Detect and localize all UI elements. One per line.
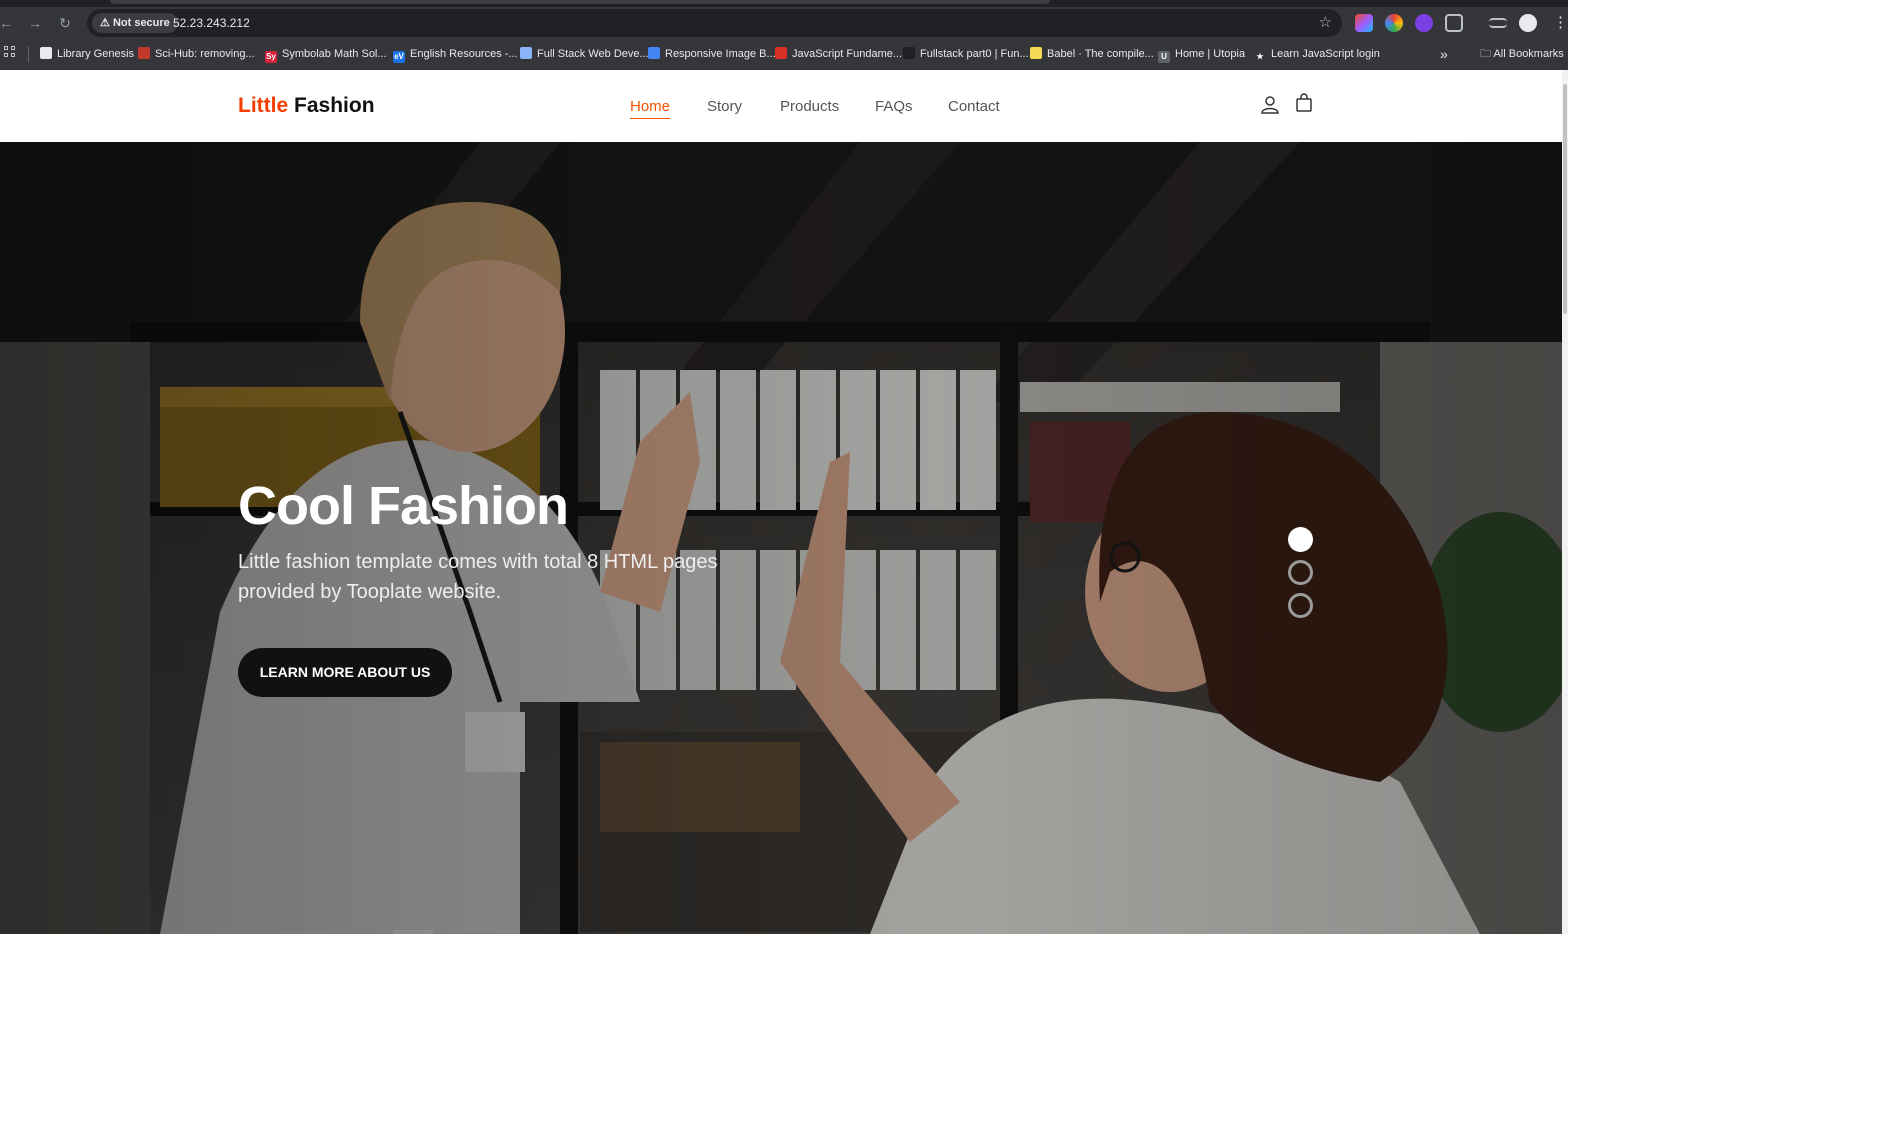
bookmark-favicon-icon: ★ <box>1256 52 1264 61</box>
user-icon[interactable] <box>1260 95 1280 115</box>
bookmark-label: Learn JavaScript login <box>1271 48 1380 60</box>
bookmarks-bar: Library Genesis Sci-Hub: removing... Sy S… <box>0 42 1568 66</box>
hero-title: Cool Fashion <box>238 476 569 536</box>
bookmark-favicon-icon: U <box>1158 51 1170 63</box>
browser-chrome: ← → ↻ ⚠ Not secure 52.23.243.212 ☆ ⋮ Lib… <box>0 0 1568 70</box>
bookmark-label: Responsive Image B... <box>665 48 776 60</box>
bookmark-favicon-icon <box>520 47 532 59</box>
hero-background-image <box>0 142 1562 934</box>
url-text[interactable]: 52.23.243.212 <box>173 9 250 37</box>
bookmark-item[interactable]: ★ Learn JavaScript login <box>1254 42 1380 66</box>
bookmark-label: Home | Utopia <box>1175 48 1246 60</box>
bookmark-label: Library Genesis <box>57 48 135 60</box>
bookmark-favicon-icon <box>648 47 660 59</box>
bookmark-label: Sci-Hub: removing... <box>155 48 255 60</box>
bookmark-label: JavaScript Fundame... <box>792 48 903 60</box>
slider-dot-1[interactable] <box>1288 527 1313 552</box>
all-bookmarks-label: All Bookmarks <box>1493 48 1564 60</box>
folder-icon: 🗀 <box>1480 48 1491 60</box>
slider-dot-3[interactable] <box>1288 593 1313 618</box>
back-icon[interactable]: ← <box>0 13 16 33</box>
slider-dot-2[interactable] <box>1288 560 1313 585</box>
logo-text: Fashion <box>294 94 375 117</box>
bookmark-item[interactable]: Library Genesis <box>40 42 134 66</box>
active-tab[interactable] <box>110 0 1050 4</box>
address-bar[interactable]: ⚠ Not secure 52.23.243.212 ☆ <box>87 9 1342 37</box>
all-bookmarks-folder[interactable]: 🗀 All Bookmarks <box>1480 42 1564 66</box>
bookmark-item[interactable]: U Home | Utopia <box>1158 42 1245 66</box>
bookmark-item[interactable]: Sy Symbolab Math Sol... <box>265 42 387 66</box>
bookmark-label: English Resources -... <box>410 48 518 60</box>
warning-icon: ⚠ <box>100 17 110 29</box>
scrollbar-thumb[interactable] <box>1563 84 1567 314</box>
bookmark-favicon-icon <box>903 47 915 59</box>
bookmark-item[interactable]: Sci-Hub: removing... <box>138 42 255 66</box>
color-extension-icon[interactable] <box>1385 14 1403 32</box>
security-chip[interactable]: ⚠ Not secure <box>92 13 178 33</box>
bookmark-item[interactable]: Babel · The compile... <box>1030 42 1154 66</box>
shopping-bag-icon[interactable] <box>1294 93 1314 113</box>
bookmark-label: Babel · The compile... <box>1047 48 1154 60</box>
reload-icon[interactable]: ↻ <box>55 13 75 33</box>
bookmark-item[interactable]: Responsive Image B... <box>648 42 776 66</box>
nav-products[interactable]: Products <box>780 98 839 115</box>
purple-extension-icon[interactable] <box>1415 14 1433 32</box>
bookmark-label: Fullstack part0 | Fun... <box>920 48 1029 60</box>
bookmark-label: Full Stack Web Deve... <box>537 48 649 60</box>
browser-toolbar: ← → ↻ ⚠ Not secure 52.23.243.212 ☆ ⋮ <box>0 7 1568 39</box>
horizontal-scroll-indicator[interactable] <box>393 930 433 934</box>
bookmark-item[interactable]: eV English Resources -... <box>393 42 518 66</box>
bookmark-favicon-icon: eV <box>393 51 405 63</box>
bookmark-item[interactable]: Full Stack Web Deve... <box>520 42 649 66</box>
bookmark-favicon-icon <box>775 47 787 59</box>
more-bookmarks-icon[interactable]: » <box>1440 42 1448 66</box>
site-header: Little Fashion Home Story Products FAQs … <box>0 70 1562 142</box>
nav-story[interactable]: Story <box>707 98 742 115</box>
site-logo[interactable]: Little Fashion <box>238 94 375 118</box>
bookmark-label: Symbolab Math Sol... <box>282 48 387 60</box>
hero-description: Little fashion template comes with total… <box>238 551 718 603</box>
reading-list-icon[interactable] <box>1489 18 1507 28</box>
nav-contact[interactable]: Contact <box>948 98 1000 115</box>
security-chip-label: Not secure <box>112 17 170 29</box>
bookmark-item[interactable]: Fullstack part0 | Fun... <box>903 42 1029 66</box>
forward-icon[interactable]: → <box>25 13 45 33</box>
hero-slider: Cool Fashion Little fashion template com… <box>0 142 1562 934</box>
bookmark-star-icon[interactable]: ☆ <box>1319 9 1332 37</box>
figma-extension-icon[interactable] <box>1355 14 1373 32</box>
browser-menu-icon[interactable]: ⋮ <box>1553 14 1568 32</box>
bookmark-favicon-icon <box>1030 47 1042 59</box>
profile-avatar-icon[interactable] <box>1519 14 1537 32</box>
bookmark-favicon-icon <box>138 47 150 59</box>
nav-home[interactable]: Home <box>630 98 671 119</box>
bookmark-item[interactable]: JavaScript Fundame... <box>775 42 902 66</box>
bookmark-favicon-icon: Sy <box>265 51 277 63</box>
bookmark-favicon-icon <box>40 47 52 59</box>
logo-accent-text: Little <box>238 94 289 117</box>
learn-more-button[interactable]: LEARN MORE ABOUT US <box>238 648 452 697</box>
tab-strip <box>0 0 1568 7</box>
extensions-puzzle-icon[interactable] <box>1445 14 1463 32</box>
vertical-scrollbar[interactable] <box>1562 70 1568 934</box>
nav-faqs[interactable]: FAQs <box>875 98 913 115</box>
